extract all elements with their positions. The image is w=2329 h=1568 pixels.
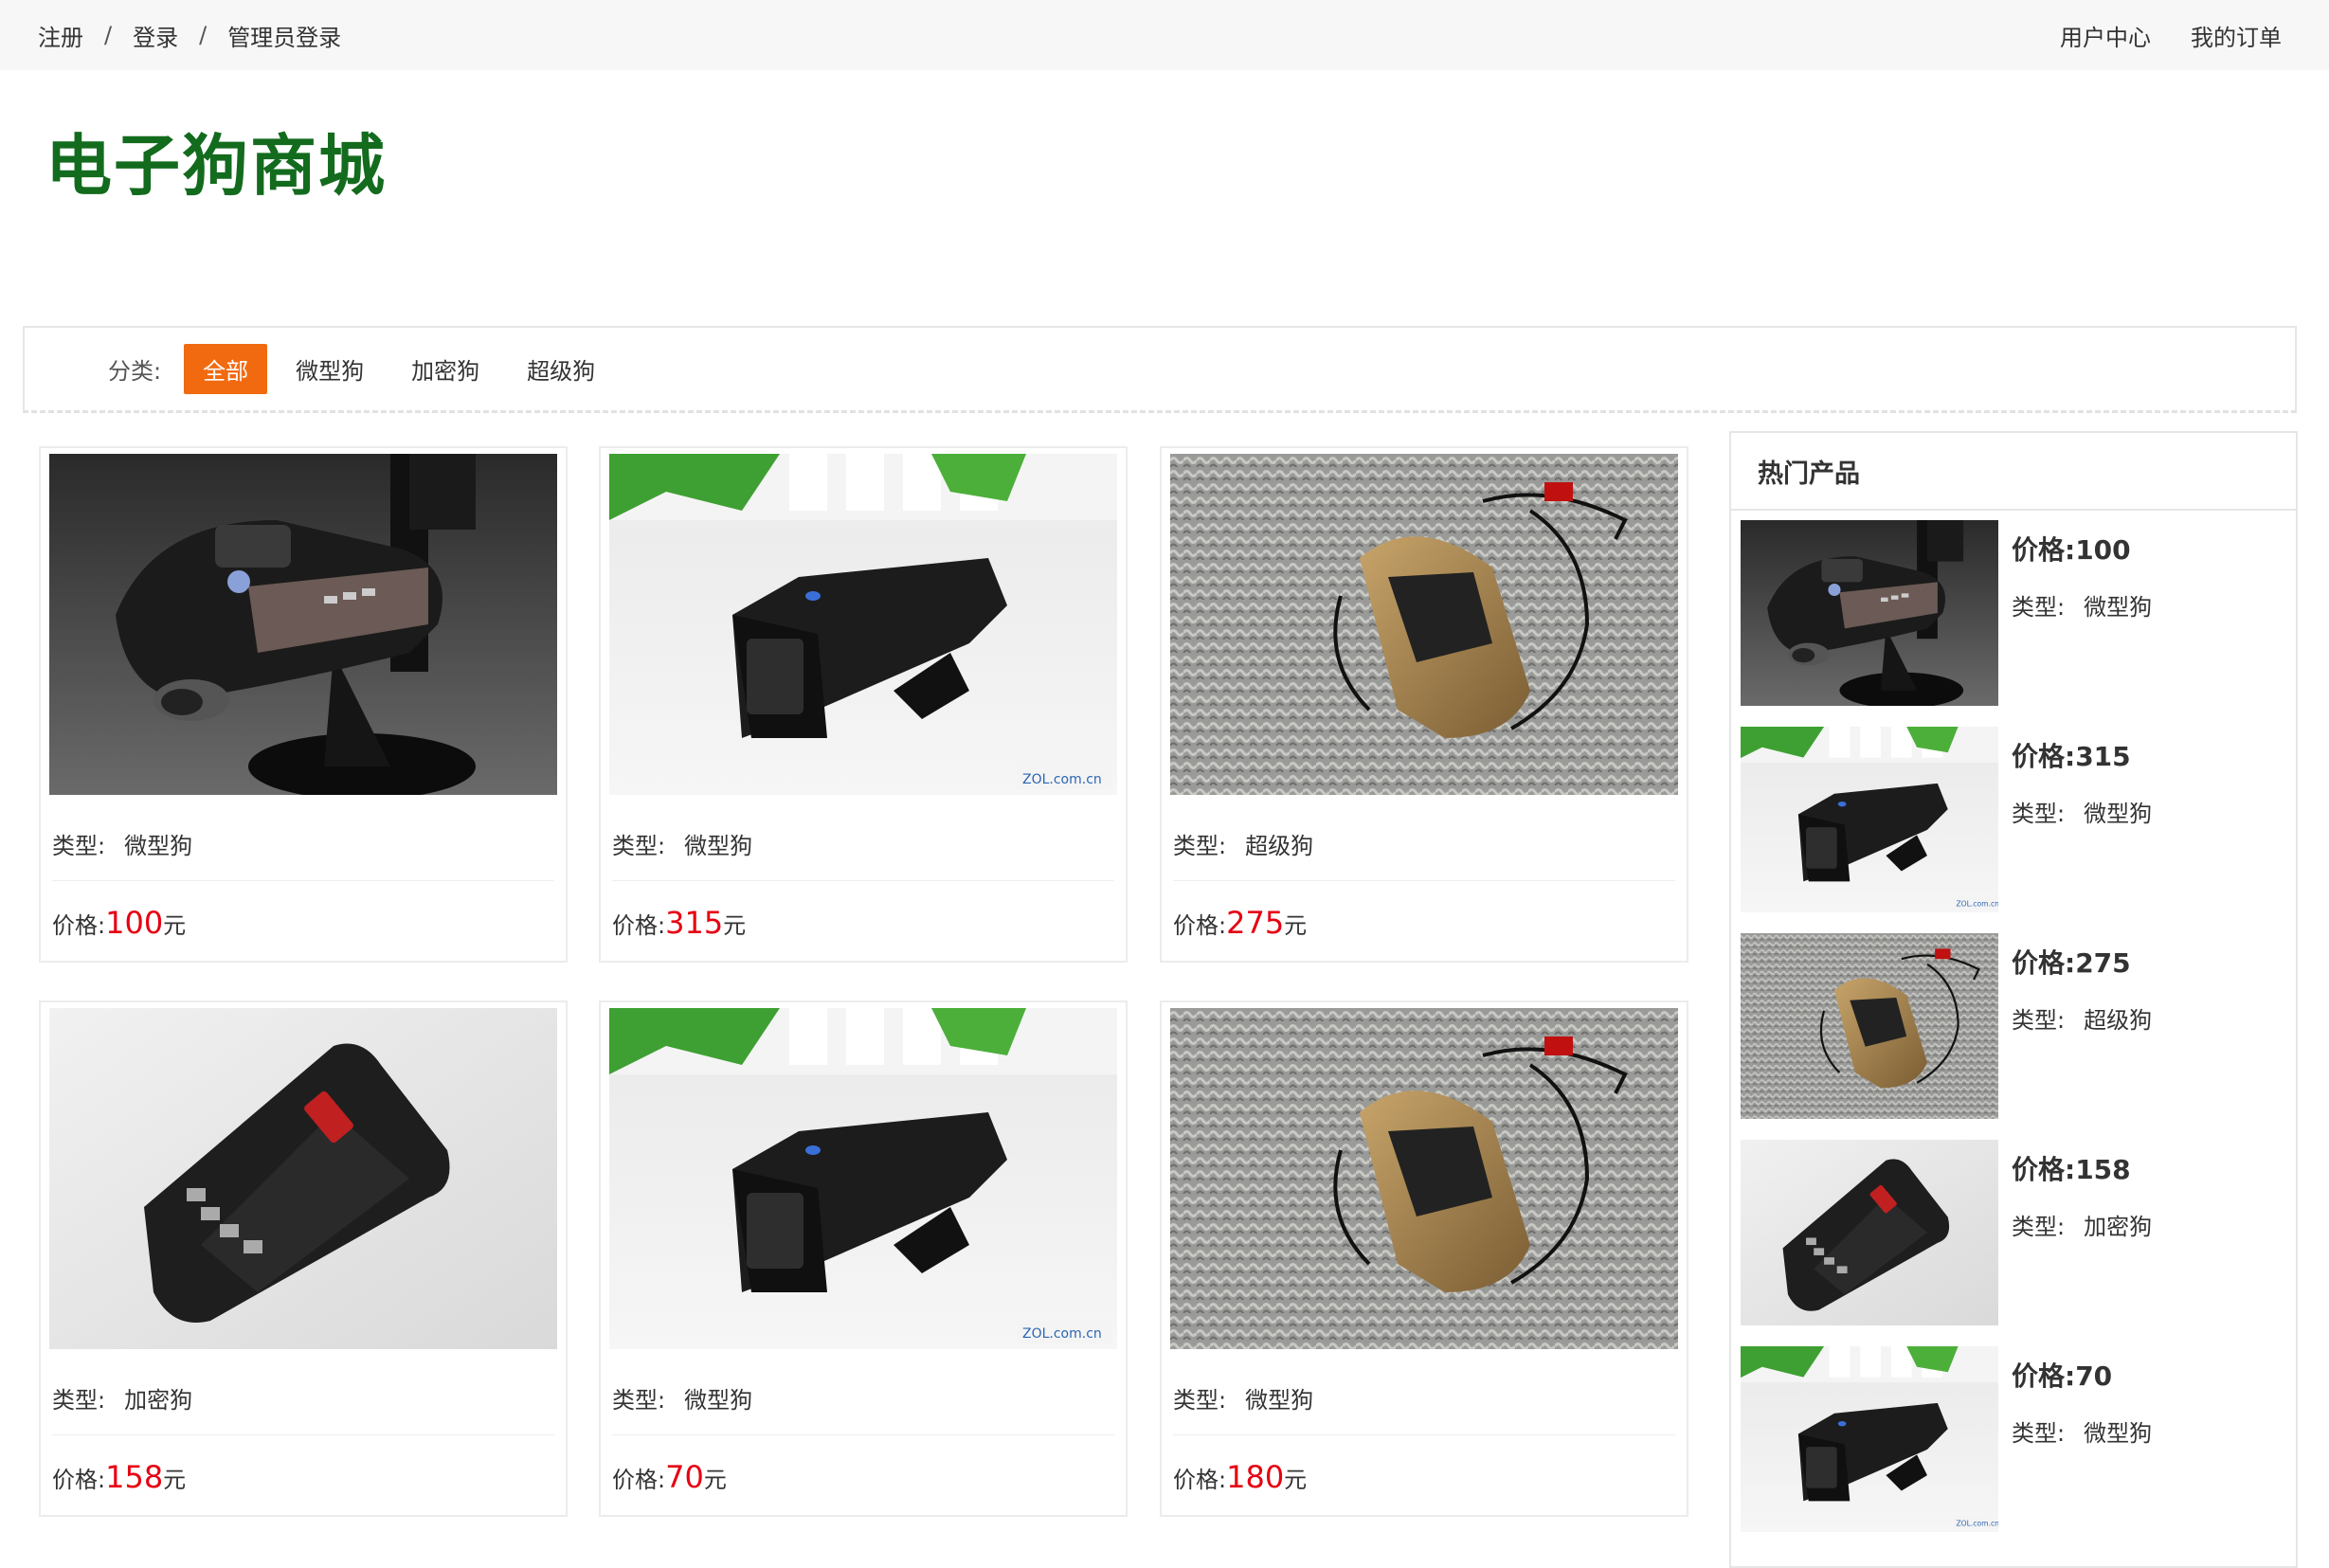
breadcrumb-separator: /	[199, 22, 208, 48]
hot-product-type: 类型: 微型狗	[2012, 594, 2153, 621]
product-image[interactable]	[1170, 1008, 1678, 1349]
hot-product-type: 类型: 加密狗	[2012, 1214, 2153, 1240]
divider	[52, 880, 554, 881]
auth-links: 注册 / 登录 / 管理员登录	[38, 19, 341, 52]
divider	[52, 1434, 554, 1435]
product-card[interactable]: 类型: 超级狗 价格:275元	[1160, 446, 1688, 963]
category-filter: 分类: 全部 微型狗 加密狗 超级狗	[23, 326, 2297, 413]
product-price: 价格:315元	[612, 905, 747, 941]
hot-product-item[interactable]: 价格:158 类型: 加密狗	[1741, 1140, 2290, 1329]
divider	[1173, 1434, 1675, 1435]
product-price: 价格:100元	[52, 905, 187, 941]
hot-product-price: 价格:158	[2012, 1154, 2131, 1185]
product-card[interactable]: 类型: 微型狗 价格:315元	[599, 446, 1128, 963]
top-nav: 注册 / 登录 / 管理员登录 用户中心 我的订单	[0, 0, 2329, 70]
product-type: 类型: 加密狗	[52, 1387, 193, 1414]
category-label: 分类:	[108, 358, 162, 385]
product-price: 价格:180元	[1173, 1459, 1308, 1495]
hot-product-price: 价格:100	[2012, 534, 2131, 566]
hot-product-type: 类型: 微型狗	[2012, 801, 2153, 827]
hot-product-image[interactable]	[1741, 933, 1998, 1119]
register-link[interactable]: 注册	[38, 19, 83, 52]
hot-product-item[interactable]: 价格:315 类型: 微型狗	[1741, 727, 2290, 916]
hot-product-type: 类型: 超级狗	[2012, 1007, 2153, 1034]
product-type: 类型: 超级狗	[1173, 833, 1314, 859]
category-micro-dog[interactable]: 微型狗	[277, 344, 383, 394]
product-card[interactable]: 类型: 微型狗 价格:180元	[1160, 1000, 1688, 1517]
product-card[interactable]: 类型: 微型狗 价格:100元	[39, 446, 568, 963]
hot-product-image[interactable]	[1741, 1346, 1998, 1532]
hot-products-panel: 热门产品 价格:100 类型: 微型狗 价格:315 类型: 微型狗 价格:275 …	[1729, 431, 2298, 1568]
product-image[interactable]	[609, 454, 1117, 795]
product-image[interactable]	[609, 1008, 1117, 1349]
hot-products-title: 热门产品	[1731, 433, 2296, 511]
hot-product-price: 价格:315	[2012, 741, 2131, 772]
divider	[612, 1434, 1114, 1435]
product-price: 价格:275元	[1173, 905, 1308, 941]
category-super-dog[interactable]: 超级狗	[508, 344, 614, 394]
product-card[interactable]: 类型: 加密狗 价格:158元	[39, 1000, 568, 1517]
product-card[interactable]: 类型: 微型狗 价格:70元	[599, 1000, 1128, 1517]
product-type: 类型: 微型狗	[52, 833, 193, 859]
product-price: 价格:70元	[612, 1459, 727, 1495]
divider	[612, 880, 1114, 881]
category-encrypted-dog[interactable]: 加密狗	[392, 344, 498, 394]
admin-login-link[interactable]: 管理员登录	[227, 19, 341, 52]
user-center-link[interactable]: 用户中心	[2060, 19, 2151, 52]
divider	[1173, 880, 1675, 881]
breadcrumb-separator: /	[104, 22, 113, 48]
hot-product-item[interactable]: 价格:100 类型: 微型狗	[1741, 520, 2290, 710]
hot-product-image[interactable]	[1741, 1140, 1998, 1325]
hot-product-image[interactable]	[1741, 520, 1998, 706]
login-link[interactable]: 登录	[133, 19, 178, 52]
hot-product-image[interactable]	[1741, 727, 1998, 912]
hot-product-price: 价格:70	[2012, 1361, 2113, 1392]
hot-product-price: 价格:275	[2012, 947, 2131, 979]
user-links: 用户中心 我的订单	[2020, 19, 2282, 52]
product-type: 类型: 微型狗	[612, 833, 753, 859]
product-image[interactable]	[49, 1008, 557, 1349]
hot-product-type: 类型: 微型狗	[2012, 1420, 2153, 1447]
hot-product-item[interactable]: 价格:70 类型: 微型狗	[1741, 1346, 2290, 1536]
hot-product-item[interactable]: 价格:275 类型: 超级狗	[1741, 933, 2290, 1123]
product-image[interactable]	[49, 454, 557, 795]
my-orders-link[interactable]: 我的订单	[2191, 19, 2282, 52]
category-all[interactable]: 全部	[184, 344, 268, 394]
product-type: 类型: 微型狗	[612, 1387, 753, 1414]
product-price: 价格:158元	[52, 1459, 187, 1495]
product-image[interactable]	[1170, 454, 1678, 795]
site-title[interactable]: 电子狗商城	[45, 133, 387, 199]
product-type: 类型: 微型狗	[1173, 1387, 1314, 1414]
